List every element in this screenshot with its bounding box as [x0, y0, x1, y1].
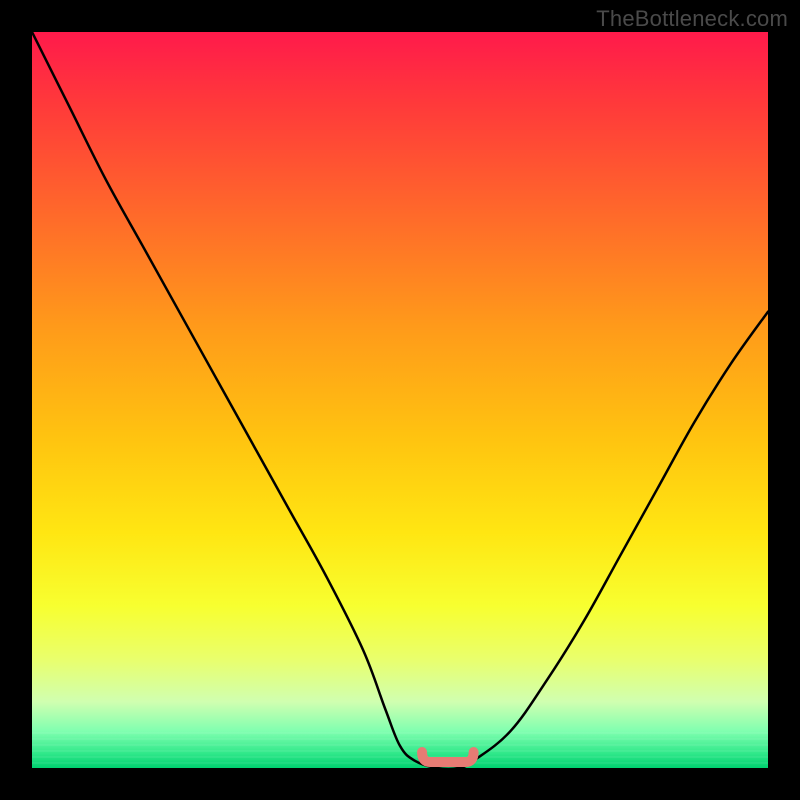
- chart-frame: TheBottleneck.com: [0, 0, 800, 800]
- valley-highlight: [422, 752, 474, 762]
- plot-area: [32, 32, 768, 768]
- curve-layer: [32, 32, 768, 768]
- watermark-text: TheBottleneck.com: [596, 6, 788, 32]
- bottleneck-curve: [32, 32, 768, 768]
